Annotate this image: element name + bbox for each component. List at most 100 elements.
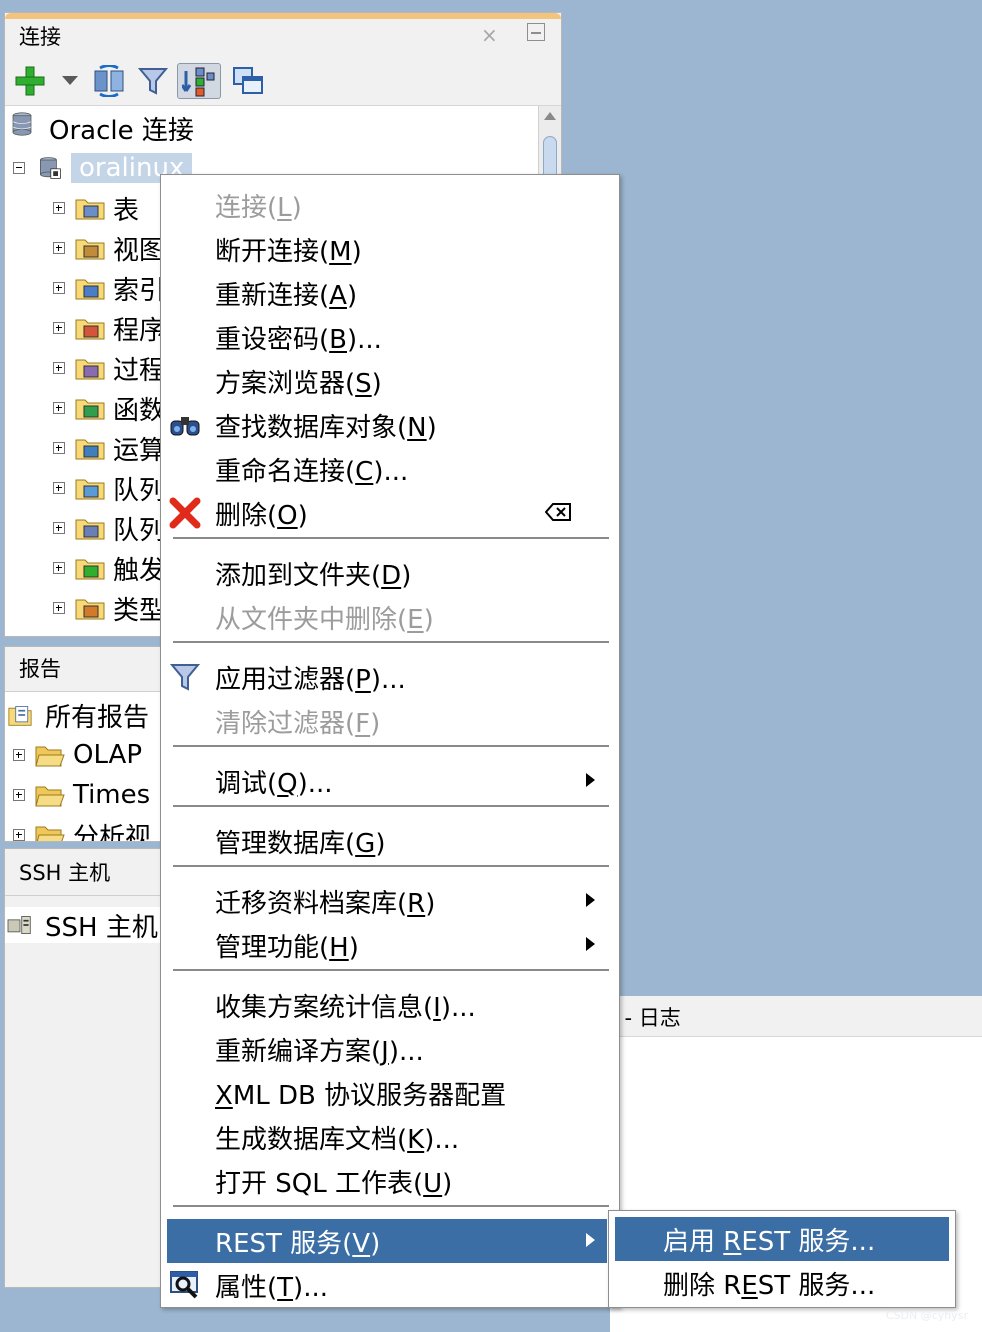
expand-icon[interactable] <box>53 242 65 254</box>
menu-item-7[interactable]: 删除(O) <box>161 491 619 535</box>
menu-item-8[interactable]: 添加到文件夹(D) <box>161 551 619 595</box>
menu-item-16[interactable]: 收集方案统计信息(I)... <box>161 983 619 1027</box>
expand-icon[interactable] <box>53 322 65 334</box>
delete-rest-services-item[interactable]: 删除 REST 服务... <box>609 1261 955 1305</box>
expand-icon[interactable] <box>53 522 65 534</box>
expand-icon[interactable] <box>13 749 25 761</box>
report-folder-1[interactable]: Times <box>13 777 150 813</box>
tree-item-label: 程序 <box>113 315 166 346</box>
add-dropdown-button[interactable] <box>59 63 81 99</box>
menu-item-4[interactable]: 方案浏览器(S) <box>161 359 619 403</box>
binoculars-icon <box>170 417 200 436</box>
ssh-host-icon <box>5 913 39 937</box>
menu-item-label: 应用过滤器(P)... <box>215 664 406 695</box>
report-folder-label: Times <box>73 780 151 810</box>
expand-icon[interactable] <box>53 282 65 294</box>
tree-item-label: 索引 <box>113 275 166 306</box>
menu-item-12[interactable]: 调试(Q)... <box>161 759 619 803</box>
menu-item-label: 从文件夹中删除(E) <box>215 604 434 635</box>
tree-item-3[interactable]: 程序 <box>53 310 165 346</box>
tree-item-0[interactable]: 表 <box>53 190 139 226</box>
minimize-icon[interactable] <box>527 23 545 41</box>
reports-root[interactable]: 所有报告 <box>5 697 149 733</box>
ssh-root-label: SSH 主机 <box>45 912 158 943</box>
tree-item-7[interactable]: 队列 <box>53 470 165 506</box>
folder-icon <box>75 476 105 500</box>
connections-panel-title: 连接 <box>19 25 61 49</box>
menu-item-label: 清除过滤器(F) <box>215 708 381 739</box>
menu-item-0[interactable]: 连接(L) <box>161 183 619 227</box>
tree-item-label: 队列 <box>113 515 166 546</box>
menu-item-1[interactable]: 断开连接(M) <box>161 227 619 271</box>
schema-browser-toggle[interactable] <box>177 63 221 99</box>
tree-item-4[interactable]: 过程 <box>53 350 165 386</box>
tree-item-label: 表 <box>113 195 140 226</box>
report-folder-2[interactable]: 分析视 <box>13 817 151 841</box>
tree-item-2[interactable]: 索引 <box>53 270 165 306</box>
menu-item-label: 管理功能(H) <box>215 932 359 963</box>
tree-item-6[interactable]: 运算 <box>53 430 165 466</box>
menu-item-21[interactable]: REST 服务(V) <box>167 1219 607 1263</box>
scroll-up-icon[interactable] <box>544 112 556 120</box>
log-panel-header: l - 日志 <box>610 996 982 1037</box>
menu-item-14[interactable]: 迁移资料档案库(R) <box>161 879 619 923</box>
expand-icon[interactable] <box>53 442 65 454</box>
menu-item-18[interactable]: XML DB 协议服务器配置 <box>161 1071 619 1115</box>
menu-item-5[interactable]: 查找数据库对象(N) <box>161 403 619 447</box>
filter-button[interactable] <box>135 63 171 99</box>
folder-icon <box>75 516 105 540</box>
expand-icon[interactable] <box>53 402 65 414</box>
tree-item-8[interactable]: 队列 <box>53 510 165 546</box>
collapse-icon[interactable] <box>13 162 25 174</box>
menu-separator <box>173 865 609 867</box>
expand-icon[interactable] <box>13 789 25 801</box>
tree-root-oracle[interactable]: Oracle 连接 <box>7 110 194 146</box>
menu-item-label: XML DB 协议服务器配置 <box>215 1080 507 1111</box>
menu-item-11[interactable]: 清除过滤器(F) <box>161 699 619 743</box>
tree-item-label: 触发 <box>113 555 166 586</box>
enable-rest-services-item[interactable]: 启用 REST 服务... <box>615 1217 949 1261</box>
delete-key-icon <box>545 503 571 521</box>
tree-item-10[interactable]: 类型 <box>53 590 165 626</box>
new-window-button[interactable] <box>229 63 267 99</box>
menu-item-6[interactable]: 重命名连接(C)... <box>161 447 619 491</box>
expand-icon[interactable] <box>53 562 65 574</box>
expand-icon[interactable] <box>53 602 65 614</box>
connection-icon <box>35 156 65 180</box>
menu-item-10[interactable]: 应用过滤器(P)... <box>161 655 619 699</box>
add-plus-icon <box>15 66 45 96</box>
menu-item-3[interactable]: 重设密码(B)... <box>161 315 619 359</box>
folder-icon <box>75 556 105 580</box>
folder-icon <box>75 316 105 340</box>
menu-item-22[interactable]: 属性(T)... <box>161 1263 619 1307</box>
menu-item-label: 查找数据库对象(N) <box>215 412 437 443</box>
menu-item-20[interactable]: 打开 SQL 工作表(U) <box>161 1159 619 1203</box>
report-folder-0[interactable]: OLAP <box>13 737 142 773</box>
menu-separator <box>173 1205 609 1207</box>
menu-item-15[interactable]: 管理功能(H) <box>161 923 619 967</box>
properties-icon <box>170 1271 198 1299</box>
expand-icon[interactable] <box>53 362 65 374</box>
open-folder-icon <box>35 743 65 767</box>
menu-item-19[interactable]: 生成数据库文档(K)... <box>161 1115 619 1159</box>
menu-item-label: REST 服务(V) <box>215 1228 381 1259</box>
close-icon[interactable]: × <box>481 23 498 47</box>
folder-icon <box>75 436 105 460</box>
tree-item-5[interactable]: 函数 <box>53 390 165 426</box>
expand-icon[interactable] <box>53 482 65 494</box>
menu-item-13[interactable]: 管理数据库(G) <box>161 819 619 863</box>
copy-window-icon <box>233 67 263 94</box>
tree-item-1[interactable]: 视图 <box>53 230 165 266</box>
connections-toolbar <box>5 57 561 106</box>
menu-item-17[interactable]: 重新编译方案(J)... <box>161 1027 619 1071</box>
expand-icon[interactable] <box>53 202 65 214</box>
tree-item-9[interactable]: 触发 <box>53 550 165 586</box>
expand-icon[interactable] <box>13 829 25 841</box>
menu-item-9[interactable]: 从文件夹中删除(E) <box>161 595 619 639</box>
menu-item-label: 打开 SQL 工作表(U) <box>215 1168 453 1199</box>
refresh-button[interactable] <box>91 63 127 99</box>
menu-item-2[interactable]: 重新连接(A) <box>161 271 619 315</box>
add-connection-button[interactable] <box>13 63 47 99</box>
ssh-root[interactable]: SSH 主机 <box>5 907 163 943</box>
submenu-arrow-icon <box>586 893 595 907</box>
